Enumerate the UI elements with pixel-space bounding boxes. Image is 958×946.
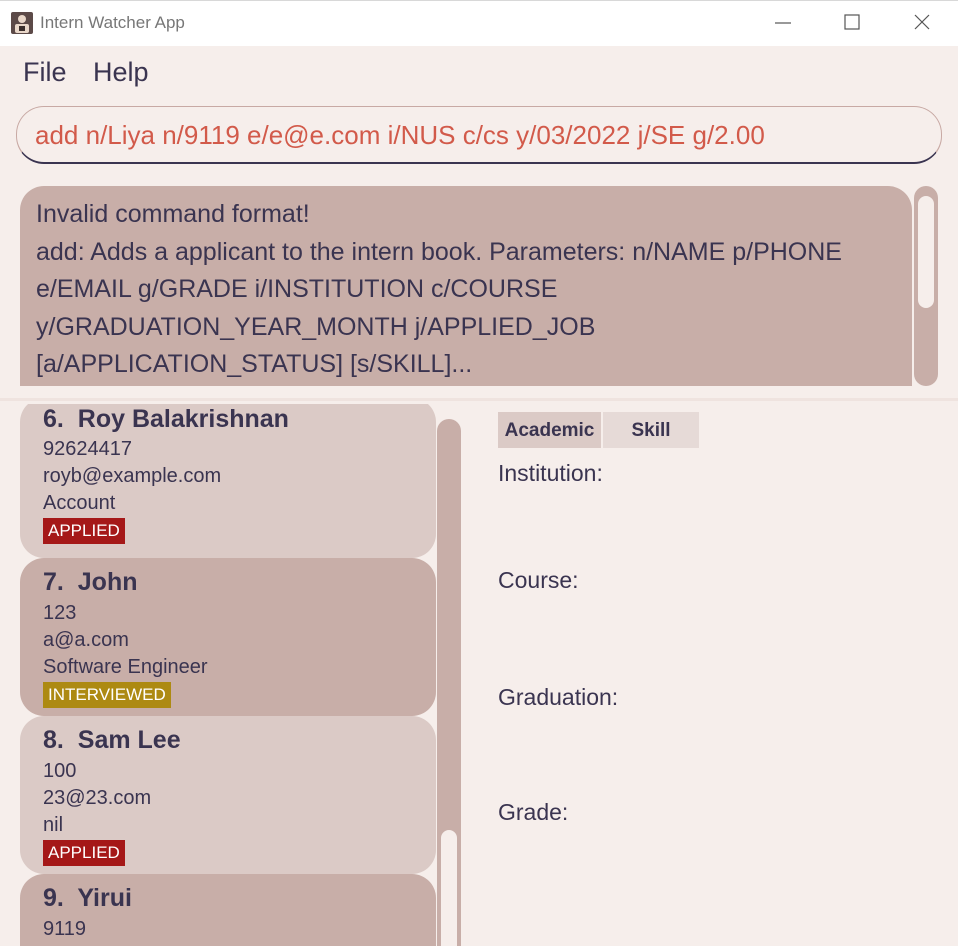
divider	[0, 398, 958, 401]
applicant-name: 7. John	[43, 568, 138, 596]
person-icon	[11, 12, 33, 34]
applicant-name: 9. Yirui	[43, 884, 132, 912]
command-box	[16, 106, 942, 164]
status-badge: INTERVIEWED	[43, 682, 171, 708]
applicant-name: 8. Sam Lee	[43, 726, 181, 754]
graduation-label: Graduation:	[498, 684, 619, 710]
institution-label: Institution:	[498, 460, 603, 486]
window-title: Intern Watcher App	[40, 13, 185, 32]
applicant-phone: 100	[43, 760, 77, 782]
result-message: Invalid command format! add: Adds a appl…	[36, 200, 842, 378]
applicant-phone: 9119	[43, 918, 87, 940]
command-input[interactable]	[35, 117, 915, 153]
applicant-job: nil	[43, 814, 64, 836]
result-display: Invalid command format! add: Adds a appl…	[20, 186, 912, 386]
menu-help[interactable]: Help	[93, 57, 149, 88]
applicant-email: a@a.com	[43, 629, 129, 651]
applicant-name: 6. Roy Balakrishnan	[43, 405, 289, 433]
applicant-phone: 92624417	[43, 438, 132, 460]
list-item[interactable]: 7. John 123 a@a.com Software Engineer IN…	[20, 558, 436, 716]
applicant-email: 23@23.com	[43, 787, 152, 809]
close-icon[interactable]	[907, 9, 937, 37]
applicant-email: royb@example.com	[43, 465, 222, 487]
tab-academic[interactable]: Academic	[498, 412, 601, 448]
minimize-icon[interactable]	[768, 9, 798, 37]
list-scrollbar-thumb[interactable]	[441, 830, 457, 946]
status-badge: APPLIED	[43, 518, 125, 544]
title-bar: Intern Watcher App	[0, 0, 958, 46]
list-item[interactable]: 9. Yirui 9119	[20, 874, 436, 946]
list-item[interactable]: 6. Roy Balakrishnan 92624417 royb@exampl…	[20, 404, 436, 558]
list-item[interactable]: 8. Sam Lee 100 23@23.com nil APPLIED	[20, 716, 436, 874]
result-scrollbar-thumb[interactable]	[918, 196, 934, 308]
applicant-job: Account	[43, 492, 116, 514]
applicant-list: 6. Roy Balakrishnan 92624417 royb@exampl…	[0, 404, 478, 946]
applicant-job: Software Engineer	[43, 656, 208, 678]
detail-panel: Academic Skill Institution: Course: Grad…	[478, 404, 958, 946]
grade-label: Grade:	[498, 799, 569, 825]
menu-bar: File Help	[0, 46, 958, 100]
maximize-icon[interactable]	[837, 9, 867, 37]
course-label: Course:	[498, 567, 579, 593]
status-badge: APPLIED	[43, 840, 125, 866]
tab-skill[interactable]: Skill	[603, 412, 699, 448]
applicant-phone: 123	[43, 602, 77, 624]
menu-file[interactable]: File	[23, 57, 67, 88]
